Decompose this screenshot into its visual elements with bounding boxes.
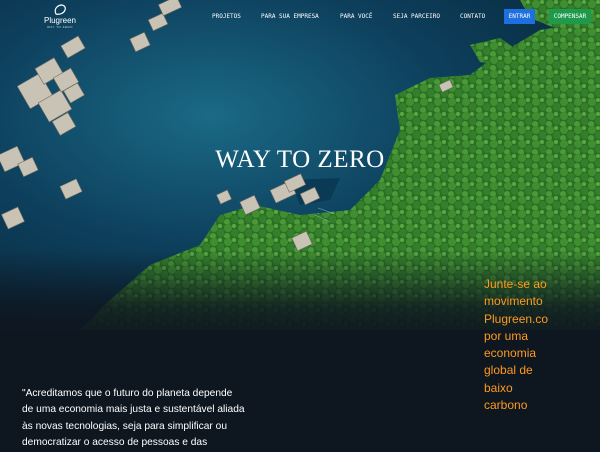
cta-line: por uma	[484, 328, 529, 343]
leaf-logo-icon	[54, 4, 66, 15]
brand-tagline: WAY TO ZERO	[46, 25, 73, 29]
nav-para-sua-empresa[interactable]: PARA SUA EMPRESA	[261, 13, 319, 20]
cta-line: Junte-se ao	[484, 277, 547, 291]
mission-quote: "Acreditamos que o futuro do planeta dep…	[22, 386, 252, 452]
brand-logo[interactable]: Plugreen WAY TO ZERO	[40, 4, 80, 29]
quote-line: "Acreditamos que o futuro do planeta dep…	[22, 388, 233, 399]
nav-projetos[interactable]: PROJETOS	[212, 13, 241, 20]
top-navigation: Plugreen WAY TO ZERO PROJETOS PARA SUA E…	[0, 0, 600, 36]
quote-line: de uma economia mais justa e sustentável…	[22, 404, 245, 416]
hero-title: WAY TO ZERO	[215, 146, 385, 173]
cta-line: movimento	[484, 294, 543, 309]
quote-line: democratizar o acesso de pessoas e das	[22, 437, 208, 449]
login-button[interactable]: ENTRAR	[504, 9, 535, 24]
brand-name: Plugreen	[43, 16, 77, 25]
cta-line: Plugreen.co	[484, 311, 549, 326]
join-movement-text: Junte-se ao movimento Plugreen.co por um…	[484, 276, 564, 414]
cta-line: economia	[484, 346, 537, 361]
nav-para-voce[interactable]: PARA VOCÊ	[340, 13, 373, 20]
quote-line: às novas tecnologias, seja para simplifi…	[22, 420, 227, 432]
cta-line: global de	[484, 363, 533, 378]
nav-seja-parceiro[interactable]: SEJA PARCEIRO	[393, 13, 440, 20]
cta-line: carbono	[484, 398, 528, 413]
offset-button[interactable]: COMPENSAR	[549, 9, 591, 24]
nav-contato[interactable]: CONTATO	[460, 13, 485, 20]
cta-line: baixo	[484, 380, 513, 395]
